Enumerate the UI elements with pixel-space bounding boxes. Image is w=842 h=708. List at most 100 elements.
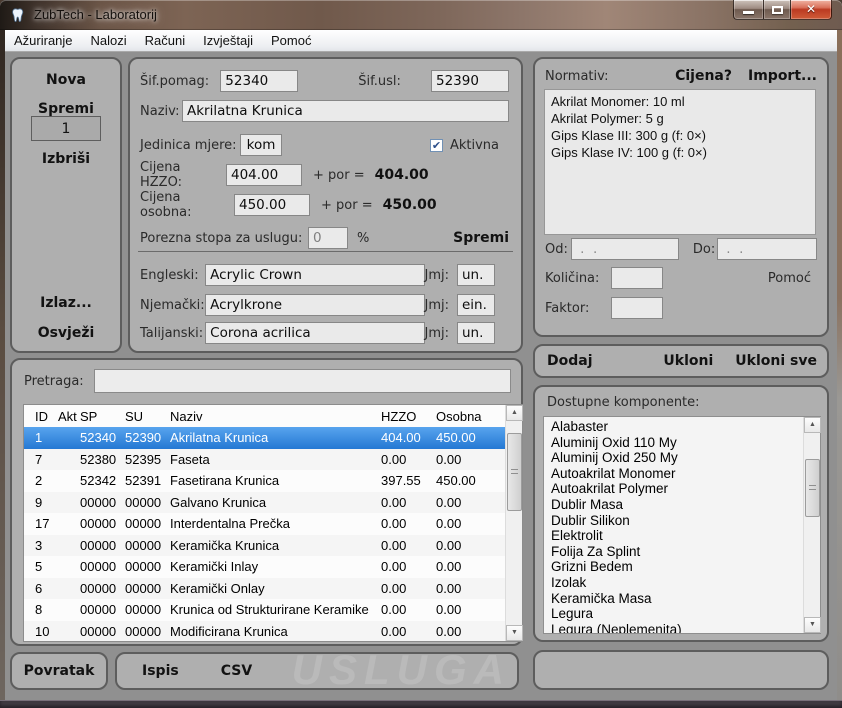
normativ-item[interactable]: Gips Klase III: 300 g (f: 0×) <box>551 127 809 144</box>
scroll-up-icon[interactable]: ▲ <box>804 417 821 433</box>
povratak-button[interactable]: Povratak <box>12 654 106 688</box>
window-border-right <box>837 30 842 700</box>
table-cell: 00000 <box>80 624 125 639</box>
component-item[interactable]: Legura <box>551 606 803 622</box>
ukloni-sve-button[interactable]: Ukloni sve <box>735 353 817 369</box>
spremi-button[interactable]: Spremi <box>12 101 120 117</box>
close-button[interactable]: ✕ <box>791 0 832 20</box>
scroll-down-icon[interactable]: ▼ <box>804 617 821 633</box>
osvjezi-button[interactable]: Osvježi <box>12 325 120 341</box>
component-item[interactable]: Autoakrilat Polymer <box>551 481 803 497</box>
jmj-de-input[interactable] <box>457 294 495 316</box>
component-item[interactable]: Alabaster <box>551 419 803 435</box>
component-item[interactable]: Dublir Silikon <box>551 513 803 529</box>
scroll-down-icon[interactable]: ▼ <box>506 625 523 641</box>
table-cell: Modificirana Krunica <box>170 624 381 639</box>
od-date-input[interactable] <box>571 238 679 260</box>
normativ-item[interactable]: Gips Klase IV: 100 g (f: 0×) <box>551 144 809 161</box>
column-header[interactable]: Naziv <box>170 409 381 424</box>
cijena-osobna-input[interactable] <box>234 194 310 216</box>
csv-button[interactable]: CSV <box>221 663 252 679</box>
table-row[interactable]: 170000000000Interdentalna Prečka0.000.00 <box>24 513 505 535</box>
menu-item-4[interactable]: Izvještaji <box>194 30 262 51</box>
cijena-button[interactable]: Cijena? <box>675 68 732 84</box>
cijena-hzzo-total: 404.00 <box>375 167 429 183</box>
menu-item-1[interactable]: Ažuriranje <box>5 30 82 51</box>
sif-pomag-input[interactable] <box>220 70 298 92</box>
jmj-en-input[interactable] <box>457 264 495 286</box>
izlaz-button[interactable]: Izlaz... <box>12 295 120 311</box>
do-date-input[interactable] <box>717 238 817 260</box>
normativ-item[interactable]: Akrilat Monomer: 10 ml <box>551 93 809 110</box>
table-cell: 00000 <box>125 581 170 596</box>
component-item[interactable]: Grizni Bedem <box>551 559 803 575</box>
component-item[interactable]: Legura (Neplemenita) <box>551 622 803 633</box>
table-row[interactable]: 60000000000Keramički Onlay0.000.00 <box>24 578 505 600</box>
jedinica-mjere-input[interactable] <box>240 134 282 156</box>
talijanski-input[interactable] <box>205 322 424 344</box>
komponente-scrollbar[interactable]: ▲ ▼ <box>803 417 820 633</box>
porezna-input[interactable] <box>308 227 348 249</box>
engleski-input[interactable] <box>205 264 424 286</box>
column-header[interactable]: Osobna <box>436 409 505 424</box>
njemacki-input[interactable] <box>205 294 424 316</box>
table-cell: 0.00 <box>436 624 505 639</box>
title-bar[interactable]: ZubTech - Laboratorij ✕ <box>0 0 842 30</box>
import-button[interactable]: Import... <box>748 68 817 84</box>
jmj-it-input[interactable] <box>457 322 495 344</box>
ispis-button[interactable]: Ispis <box>142 663 179 679</box>
minimize-button[interactable] <box>733 0 763 20</box>
column-header[interactable]: SU <box>125 409 170 424</box>
table-header[interactable]: IDAktSPSUNazivHZZOOsobna <box>24 405 505 427</box>
component-item[interactable]: Keramička Masa <box>551 591 803 607</box>
table-row[interactable]: 75238052395Faseta0.000.00 <box>24 449 505 471</box>
kolicina-input[interactable] <box>611 267 663 289</box>
normativ-item[interactable]: Akrilat Polymer: 5 g <box>551 110 809 127</box>
window-controls: ✕ <box>733 0 832 20</box>
aktivna-checkbox[interactable]: ✔ <box>430 139 443 152</box>
normativ-list[interactable]: Akrilat Monomer: 10 mlAkrilat Polymer: 5… <box>544 89 816 235</box>
component-item[interactable]: Aluminij Oxid 250 My <box>551 450 803 466</box>
table-cell: 0.00 <box>381 559 436 574</box>
scroll-thumb[interactable] <box>805 459 820 517</box>
menu-item-3[interactable]: Računi <box>136 30 194 51</box>
table-row[interactable]: 100000000000Modificirana Krunica0.000.00 <box>24 621 505 642</box>
menu-item-5[interactable]: Pomoć <box>262 30 320 51</box>
table-row[interactable]: 15234052390Akrilatna Krunica404.00450.00 <box>24 427 505 449</box>
search-input[interactable] <box>94 369 511 393</box>
form-spremi-button[interactable]: Spremi <box>453 230 509 246</box>
sif-usl-input[interactable] <box>431 70 509 92</box>
component-item[interactable]: Aluminij Oxid 110 My <box>551 435 803 451</box>
column-header[interactable]: SP <box>80 409 125 424</box>
scroll-thumb[interactable] <box>507 433 522 511</box>
column-header[interactable]: ID <box>35 409 58 424</box>
pomoc-button[interactable]: Pomoć <box>768 271 811 286</box>
nova-button[interactable]: Nova <box>12 72 120 88</box>
table-row[interactable]: 25234252391Fasetirana Krunica397.55450.0… <box>24 470 505 492</box>
menu-item-2[interactable]: Nalozi <box>82 30 136 51</box>
table-scrollbar[interactable]: ▲ ▼ <box>505 405 522 641</box>
dodaj-button[interactable]: Dodaj <box>547 353 593 369</box>
naziv-input[interactable] <box>182 100 509 122</box>
scroll-up-icon[interactable]: ▲ <box>506 405 523 421</box>
column-header[interactable]: Akt <box>58 409 80 424</box>
table-row[interactable]: 50000000000Keramički Inlay0.000.00 <box>24 556 505 578</box>
komponente-list[interactable]: AlabasterAluminij Oxid 110 MyAluminij Ox… <box>543 416 821 634</box>
cijena-hzzo-input[interactable] <box>226 164 302 186</box>
component-item[interactable]: Folija Za Splint <box>551 544 803 560</box>
component-item[interactable]: Izolak <box>551 575 803 591</box>
component-item[interactable]: Elektrolit <box>551 528 803 544</box>
component-item[interactable]: Autoakrilat Monomer <box>551 466 803 482</box>
table-row[interactable]: 80000000000Krunica od Strukturirane Kera… <box>24 599 505 621</box>
table-row[interactable]: 90000000000Galvano Krunica0.000.00 <box>24 492 505 514</box>
table-row[interactable]: 30000000000Keramička Krunica0.000.00 <box>24 535 505 557</box>
record-number-input[interactable] <box>31 116 101 141</box>
table-cell: 0.00 <box>381 495 436 510</box>
njemacki-label: Njemački: <box>140 298 205 313</box>
maximize-button[interactable] <box>763 0 791 20</box>
component-item[interactable]: Dublir Masa <box>551 497 803 513</box>
faktor-input[interactable] <box>611 297 663 319</box>
ukloni-button[interactable]: Ukloni <box>663 353 713 369</box>
izbrisi-button[interactable]: Izbriši <box>12 151 120 167</box>
column-header[interactable]: HZZO <box>381 409 436 424</box>
